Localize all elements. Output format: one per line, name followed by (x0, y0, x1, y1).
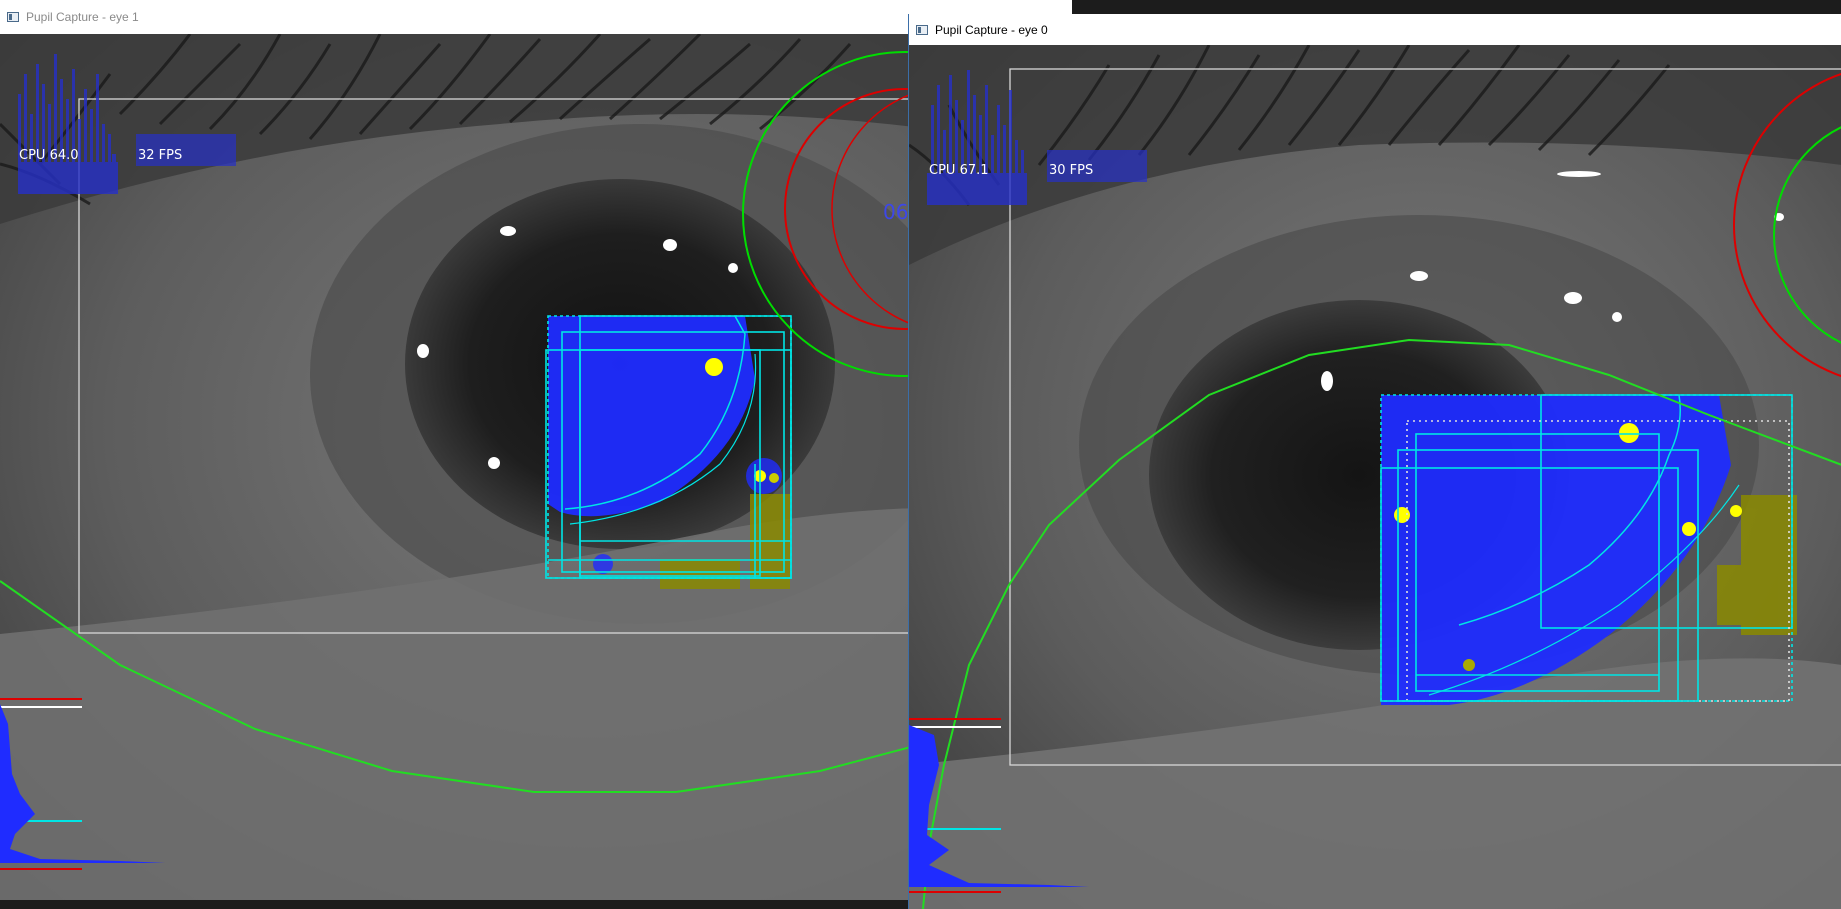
eye0-titlebar[interactable]: Pupil Capture - eye 0 (909, 14, 1841, 45)
eye1-glint-marker (705, 358, 723, 376)
eye0-fps-label: 30 FPS (1049, 163, 1093, 178)
eye0-window[interactable]: Pupil Capture - eye 0 CPU 67.1 30 FPS (908, 14, 1841, 909)
eye1-fps-label: 32 FPS (138, 148, 182, 163)
app-window-icon (916, 24, 928, 35)
eye1-clipped-text: 06 (883, 200, 908, 224)
eye0-camera-view[interactable]: CPU 67.1 30 FPS (909, 45, 1841, 909)
app-window-icon (7, 12, 19, 22)
eye1-cpu-label: CPU 64.0 (19, 148, 79, 163)
eye0-glint-marker (1619, 423, 1639, 443)
eye0-window-title: Pupil Capture - eye 0 (935, 22, 1048, 37)
eye0-cpu-label: CPU 67.1 (929, 163, 989, 178)
eye1-window-title: Pupil Capture - eye 1 (26, 10, 139, 24)
